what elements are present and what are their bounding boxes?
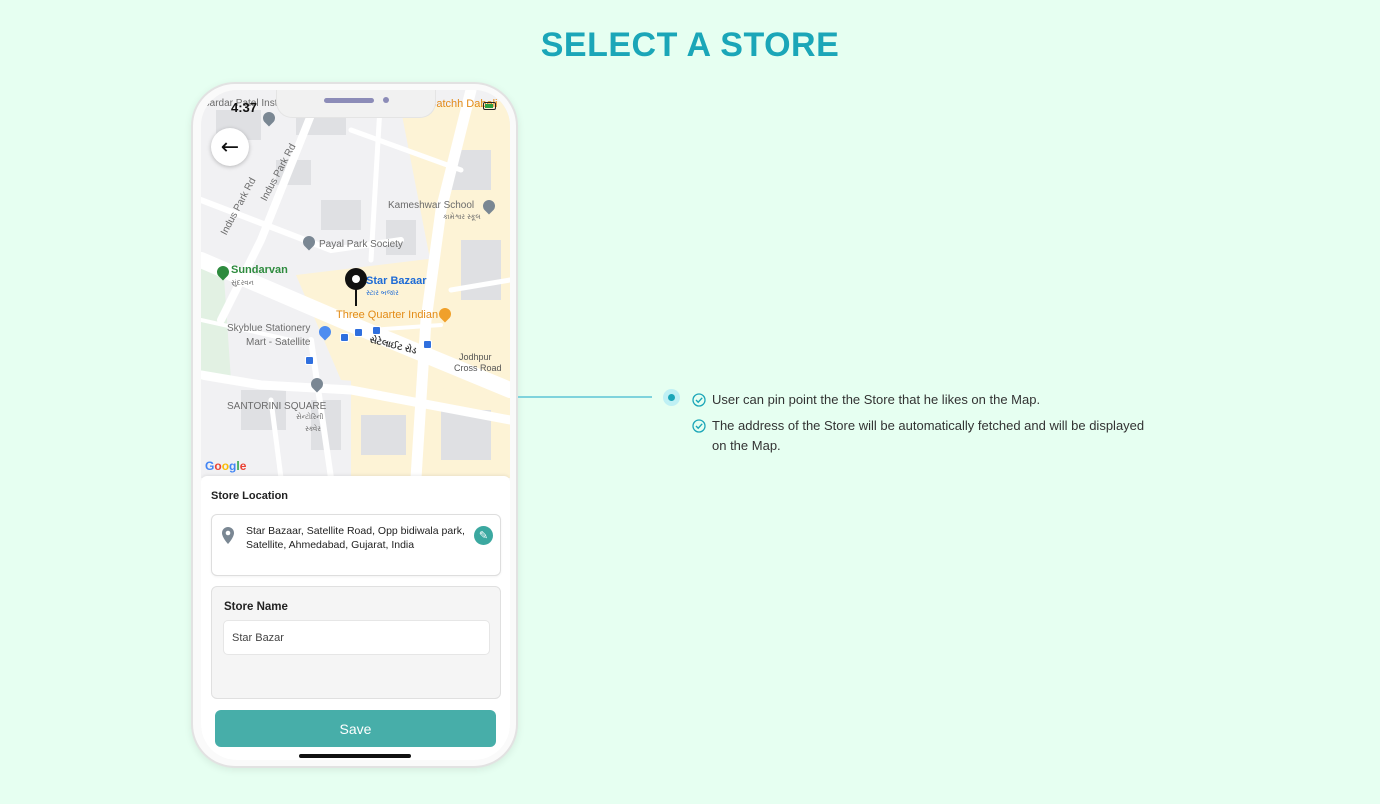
store-name-label: Store Name <box>224 601 288 613</box>
battery-icon <box>483 102 496 110</box>
map-label-jodhpur-1: Jodhpur <box>459 352 492 362</box>
status-time: 4:37 <box>231 100 258 115</box>
check-circle-icon <box>692 393 706 407</box>
map-label-santorini-gu-2: સ્ક્વેર <box>305 426 321 433</box>
edit-address-button[interactable]: ✎ <box>474 526 493 545</box>
feature-item: User can pin point the the Store that he… <box>692 390 1152 410</box>
map-label-sundarvan-gu: સુંદરવન <box>231 280 254 287</box>
arrow-left-icon: ← <box>220 134 240 160</box>
transit-icon <box>354 328 363 337</box>
phone-notch <box>276 90 436 118</box>
location-pin-icon <box>222 527 234 544</box>
feature-text: The address of the Store will be automat… <box>712 418 1145 453</box>
map-label-santorini: SANTORINI SQUARE <box>227 401 327 412</box>
map-label-jodhpur-2: Cross Road <box>454 363 502 373</box>
feature-text: User can pin point the the Store that he… <box>712 392 1041 407</box>
map-label-skyblue-2: Mart - Satellite <box>246 337 311 348</box>
map-view[interactable]: Sardar Patel Institute of Public... Indu… <box>201 90 510 478</box>
bottom-sheet: Store Location Star Bazaar, Satellite Ro… <box>201 476 510 760</box>
map-label-kameshwar-gu: કામેશ્વર સ્કૂલ <box>443 214 481 221</box>
map-label-kameshwar: Kameshwar School <box>388 200 475 211</box>
transit-icon <box>372 326 381 335</box>
connector-dot <box>663 389 680 406</box>
front-camera <box>383 97 389 103</box>
map-label-santorini-gu-1: સેન્ટોરિની <box>296 414 324 421</box>
map-label-star-bazaar: Star Bazaar <box>366 275 427 287</box>
back-button[interactable]: ← <box>211 128 249 166</box>
save-button[interactable]: Save <box>215 710 496 747</box>
drop-pin-icon[interactable] <box>344 268 368 306</box>
connector-line <box>518 396 652 398</box>
store-name-card: Store Name <box>211 586 501 699</box>
feature-item: The address of the Store will be automat… <box>692 416 1152 456</box>
map-label-star-bazaar-gu: સ્ટાર બજાર <box>366 290 399 297</box>
address-text: Star Bazaar, Satellite Road, Opp bidiwal… <box>246 525 465 551</box>
map-label-payal-park: Payal Park Society <box>319 239 403 250</box>
store-name-input[interactable] <box>223 620 490 655</box>
check-circle-icon <box>692 419 706 433</box>
address-card[interactable]: Star Bazaar, Satellite Road, Opp bidiwal… <box>211 514 501 576</box>
pencil-icon: ✎ <box>478 529 489 542</box>
map-label-sundarvan: Sundarvan <box>231 264 288 276</box>
transit-icon <box>305 356 314 365</box>
phone-frame: Sardar Patel Institute of Public... Indu… <box>191 82 518 768</box>
map-label-three-quarter: Three Quarter Indian <box>336 309 439 321</box>
speaker-grille <box>324 98 374 103</box>
home-indicator <box>299 754 411 758</box>
feature-list: User can pin point the the Store that he… <box>692 390 1152 462</box>
map-label-skyblue-1: Skyblue Stationery <box>227 323 311 334</box>
phone-screen: Sardar Patel Institute of Public... Indu… <box>201 90 510 760</box>
page-title: SELECT A STORE <box>540 26 840 64</box>
store-location-heading: Store Location <box>211 490 289 502</box>
google-logo: Google <box>205 459 247 473</box>
transit-icon <box>340 333 349 342</box>
transit-icon <box>423 340 432 349</box>
